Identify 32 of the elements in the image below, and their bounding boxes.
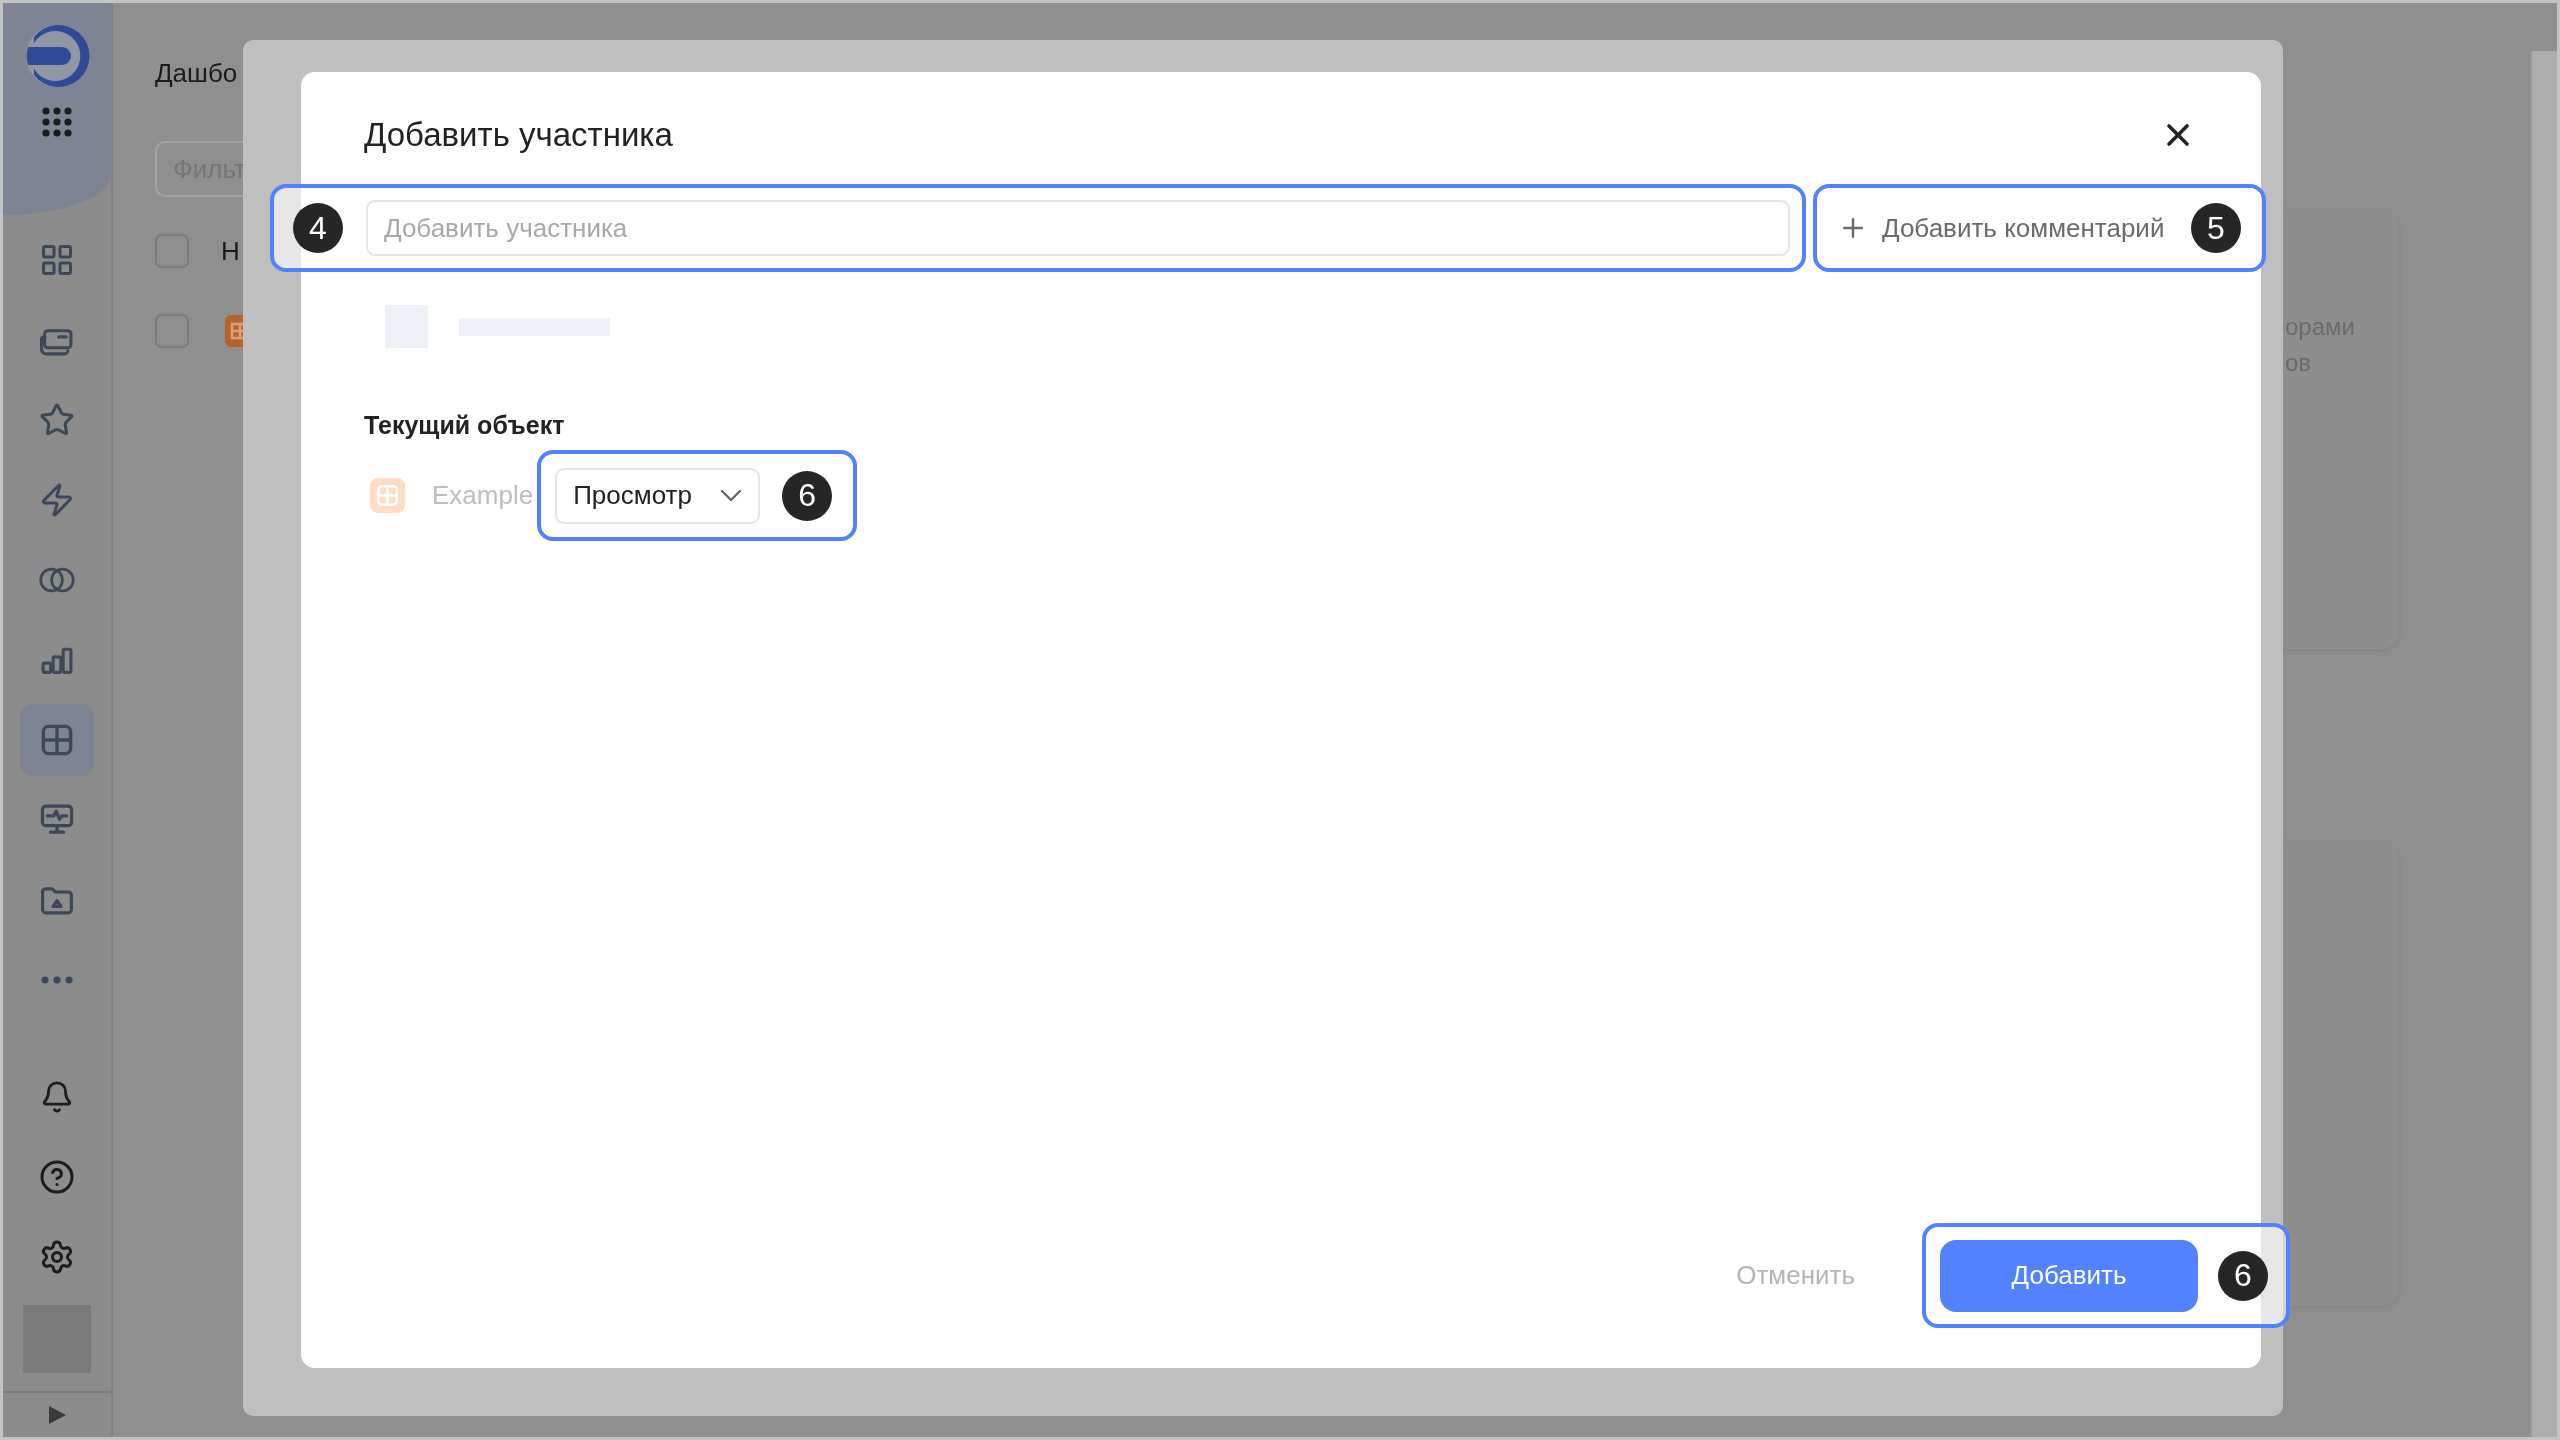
callout-badge: 6 [2218,1250,2268,1301]
monitor-pulse-icon [39,803,75,837]
page-title: Дашбо [155,57,239,90]
dashboard-icon [39,242,75,278]
callout-badge: 4 [293,203,343,253]
lightning-icon [39,482,75,518]
expand-icon[interactable] [46,1404,68,1426]
dialog-title: Добавить участника [364,116,673,154]
table-icon [370,478,405,513]
callout-badge: 6 [782,470,833,521]
chevron-down-icon [720,489,743,502]
settings-icon [39,1239,75,1275]
object-name: Example [432,480,534,511]
add-button[interactable]: Добавить [1940,1239,2198,1312]
section-title: Текущий объект [364,410,566,441]
add-comment-button[interactable]: Добавить комментарий [1838,212,2165,244]
table-icon [225,315,243,347]
more-icon [41,976,73,984]
folder-icon [39,884,75,916]
table-icon [40,723,74,757]
sidebar-item[interactable] [20,704,94,776]
star-icon [39,402,75,438]
help-icon [39,1159,75,1195]
rings-icon [38,566,76,594]
scrollbar[interactable] [2530,51,2557,1437]
logo-icon[interactable] [24,23,90,89]
apps-grid-icon[interactable] [42,107,72,137]
row-title: Н [221,235,240,267]
bell-icon [40,1080,74,1114]
callout-badge: 5 [2191,203,2241,253]
member-input-field[interactable]: Добавить участника [366,200,1790,256]
role-select[interactable]: Просмотр [555,467,761,524]
